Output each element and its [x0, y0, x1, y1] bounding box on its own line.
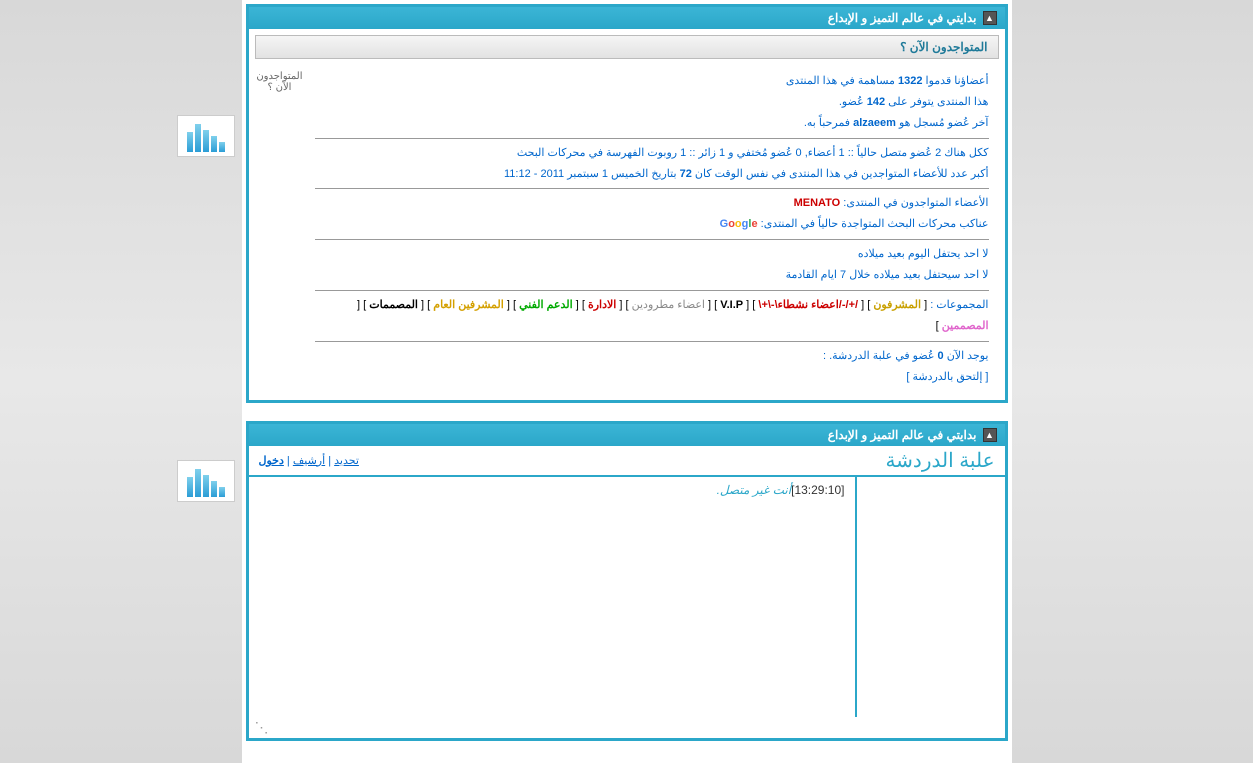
chat-login-link[interactable]: دخول: [259, 455, 284, 467]
posts-label: أعضاؤنا قدموا: [922, 75, 988, 87]
stats-icon: [177, 460, 235, 502]
chat-status-message: أنت غير متصل.: [717, 483, 792, 497]
online-summary: ككل هناك 2 عُضو متصل حالياً :: 1 أعضاء, …: [315, 143, 989, 164]
birthday-today: لا احد يحتفل اليوم بعيد ميلاده: [315, 244, 989, 265]
chat-timestamp: [13:29:10]: [791, 483, 844, 497]
members-count: 142: [867, 96, 885, 108]
group-management[interactable]: الادارة: [588, 299, 616, 311]
peak-count: 72: [680, 168, 692, 180]
chatbox-controls: تحديد | أرشيف | دخول: [249, 454, 369, 467]
groups-label: المجموعات :: [927, 299, 988, 311]
panel-title: بدايتي في عالم التميز و الإبداع: [828, 11, 977, 25]
group-banned[interactable]: اعضاء مطرودين: [632, 299, 705, 311]
panel-header: ▲ بدايتي في عالم التميز و الإبداع: [249, 424, 1005, 446]
chat-users-list: [855, 477, 1005, 717]
posts-count: 1322: [898, 75, 922, 87]
collapse-icon[interactable]: ▲: [983, 428, 997, 442]
chatbox-panel: ▲ بدايتي في عالم التميز و الإبداع علبة ا…: [246, 421, 1008, 741]
group-designers-f[interactable]: المصممات: [369, 299, 418, 311]
side-label: المتواجدون الآن ؟: [255, 65, 305, 394]
panel-title: بدايتي في عالم التميز و الإبداع: [828, 428, 977, 442]
join-chat-link[interactable]: [ إلتحق بالدردشة ]: [906, 371, 988, 383]
collapse-icon[interactable]: ▲: [983, 11, 997, 25]
online-panel: ▲ بدايتي في عالم التميز و الإبداع المتوا…: [246, 4, 1008, 403]
group-globalmod[interactable]: المشرفين العام: [433, 299, 504, 311]
online-user-link[interactable]: MENATO: [794, 197, 841, 209]
group-designers-m[interactable]: المصممين: [942, 320, 989, 332]
resize-handle-icon[interactable]: ⋰: [249, 717, 1005, 738]
birthday-week: لا احد سيحتفل بعيد ميلاده خلال 7 ايام ال…: [315, 265, 989, 286]
google-bot: Google: [720, 218, 758, 230]
newest-user-link[interactable]: alzaeem: [853, 117, 896, 129]
panel-header: ▲ بدايتي في عالم التميز و الإبداع: [249, 7, 1005, 29]
group-tech[interactable]: الدعم الفني: [519, 299, 573, 311]
group-admin[interactable]: المشرفون: [873, 299, 921, 311]
chat-refresh-link[interactable]: تحديد: [334, 455, 359, 467]
chatbox-title: علبة الدردشة: [875, 446, 1004, 475]
chat-archive-link[interactable]: أرشيف: [293, 455, 325, 467]
group-active[interactable]: /+/-/اعضاء نشطاء\-\+\: [758, 299, 858, 311]
stats-icon: [177, 115, 235, 157]
chat-messages: [13:29:10]أنت غير متصل.: [249, 477, 855, 717]
online-subheader: المتواجدون الآن ؟: [255, 35, 999, 59]
group-vip[interactable]: V.I.P: [720, 299, 743, 311]
stats-content: أعضاؤنا قدموا 1322 مساهمة في هذا المنتدى…: [305, 65, 999, 394]
